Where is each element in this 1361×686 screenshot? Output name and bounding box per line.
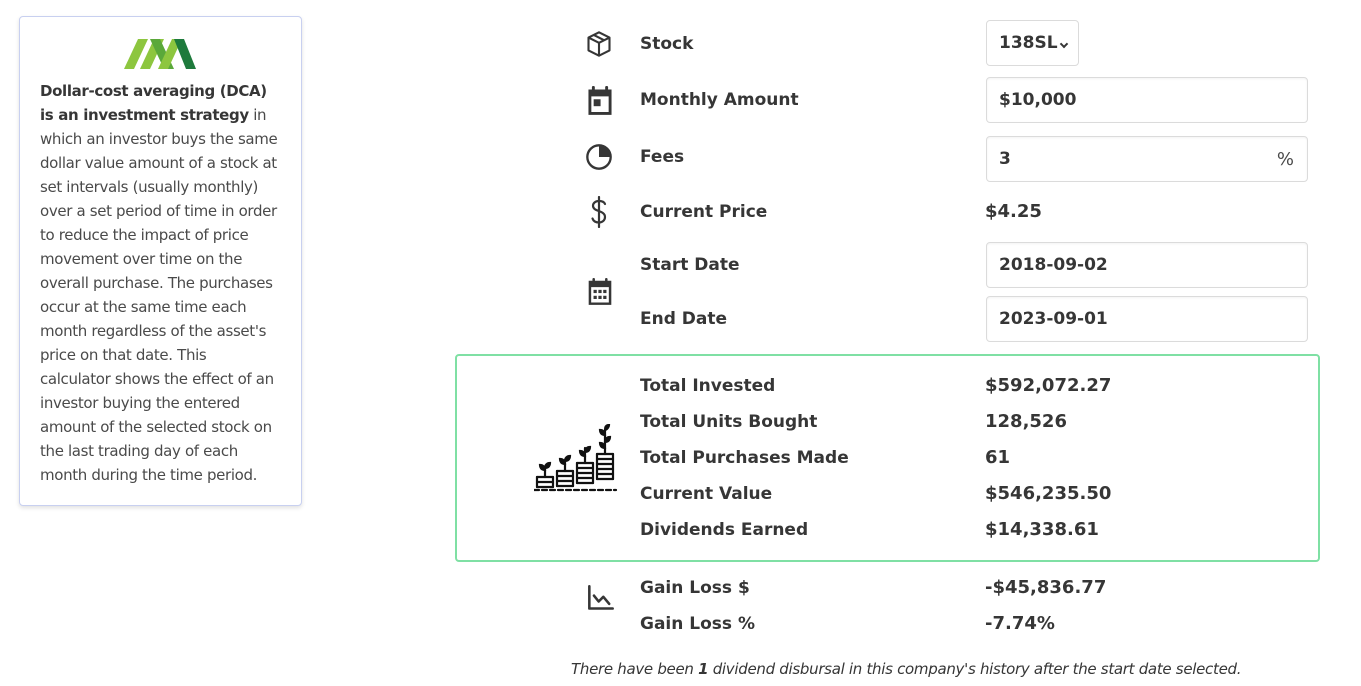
footnote-after: dividend disbursal in this company's his… bbox=[708, 660, 1242, 678]
dividends-label: Dividends Earned bbox=[640, 520, 809, 540]
info-card: Dollar-cost averaging (DCA) is an invest… bbox=[19, 16, 302, 506]
chart-line-down-icon bbox=[588, 585, 614, 610]
total-invested-value: $592,072.27 bbox=[985, 375, 1112, 396]
footnote-count: 1 bbox=[698, 660, 709, 678]
total-purchases-value: 61 bbox=[985, 447, 1011, 468]
start-date-value: 2018-09-02 bbox=[999, 255, 1108, 275]
total-units-value: 128,526 bbox=[985, 411, 1067, 432]
end-date-input[interactable]: 2023-09-01 bbox=[986, 296, 1308, 342]
monthly-amount-input[interactable]: $10,000 bbox=[986, 77, 1308, 123]
dividend-footnote: There have been 1 dividend disbursal in … bbox=[571, 660, 1242, 678]
dca-description-bold: Dollar-cost averaging (DCA) is an invest… bbox=[40, 82, 267, 124]
chevron-down-icon bbox=[1059, 39, 1069, 49]
dca-description: Dollar-cost averaging (DCA) is an invest… bbox=[40, 79, 281, 487]
end-date-label: End Date bbox=[640, 309, 728, 329]
total-invested-label: Total Invested bbox=[640, 376, 776, 396]
gain-loss-dollar-label: Gain Loss $ bbox=[640, 578, 750, 598]
growing-coins-icon bbox=[534, 424, 618, 492]
pie-chart-icon bbox=[586, 144, 612, 170]
stock-label: Stock bbox=[640, 34, 694, 54]
monthly-amount-value: $10,000 bbox=[999, 90, 1077, 110]
current-value-label: Current Value bbox=[640, 484, 773, 504]
box-icon bbox=[587, 31, 611, 57]
gain-loss-pct-label: Gain Loss % bbox=[640, 614, 755, 634]
fees-input[interactable]: 3 % bbox=[986, 136, 1308, 182]
end-date-value: 2023-09-01 bbox=[999, 309, 1108, 329]
gain-loss-dollar-value: -$45,836.77 bbox=[985, 577, 1107, 598]
footnote-before: There have been bbox=[571, 660, 699, 678]
monthly-amount-label: Monthly Amount bbox=[640, 90, 799, 110]
dividends-value: $14,338.61 bbox=[985, 519, 1099, 540]
fees-value: 3 bbox=[999, 149, 1011, 169]
percent-suffix: % bbox=[1276, 149, 1294, 170]
total-purchases-label: Total Purchases Made bbox=[640, 448, 849, 468]
fees-label: Fees bbox=[640, 147, 685, 167]
current-price-value: $4.25 bbox=[985, 201, 1042, 222]
start-date-input[interactable]: 2018-09-02 bbox=[986, 242, 1308, 288]
current-value-value: $546,235.50 bbox=[985, 483, 1112, 504]
dollar-icon bbox=[591, 196, 607, 228]
stock-select-value: 138SL bbox=[999, 33, 1058, 53]
current-price-label: Current Price bbox=[640, 202, 768, 222]
gain-loss-pct-value: -7.74% bbox=[985, 613, 1055, 634]
total-units-label: Total Units Bought bbox=[640, 412, 818, 432]
brand-logo-icon bbox=[123, 39, 196, 69]
stock-select[interactable]: 138SL bbox=[986, 20, 1079, 66]
calendar-day-icon bbox=[588, 86, 612, 115]
calendar-icon bbox=[588, 278, 612, 305]
dca-description-body: in which an investor buys the same dolla… bbox=[40, 106, 278, 484]
start-date-label: Start Date bbox=[640, 255, 740, 275]
